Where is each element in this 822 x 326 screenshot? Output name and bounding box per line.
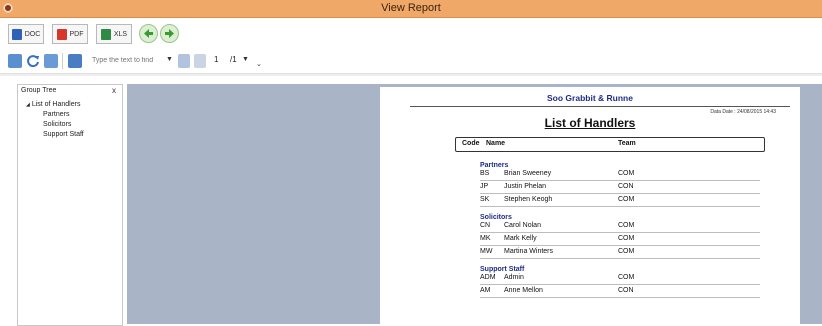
back-button[interactable]: [139, 24, 158, 43]
forward-button[interactable]: [160, 24, 179, 43]
total-pages: /1: [230, 55, 237, 64]
cell-code: BS: [480, 170, 490, 177]
export-toolbar: DOC PDF XLS: [0, 18, 822, 48]
row-divider: [480, 206, 760, 207]
cell-team: COM: [618, 170, 635, 177]
next-page-icon[interactable]: [194, 54, 206, 68]
table-row: ADM Admin COM: [480, 273, 760, 284]
cell-team: COM: [618, 248, 635, 255]
export-xls-button[interactable]: XLS: [96, 24, 132, 44]
row-divider: [480, 284, 760, 285]
export-doc-button[interactable]: DOC: [8, 24, 44, 44]
find-dropdown-icon[interactable]: ▼: [166, 56, 173, 63]
cell-code: JP: [480, 183, 489, 190]
cell-name: Stephen Keogh: [504, 196, 553, 203]
export-pdf-label: PDF: [69, 30, 84, 38]
tree-node-support-staff[interactable]: Support Staff: [43, 131, 84, 138]
page-dropdown-icon[interactable]: ▼: [242, 56, 249, 63]
tree-node-partners[interactable]: Partners: [43, 111, 69, 118]
export-xls-label: XLS: [113, 30, 128, 38]
report-title: List of Handlers: [544, 116, 636, 130]
table-row: MK Mark Kelly COM: [480, 234, 760, 245]
header-rule: [410, 106, 790, 107]
cell-code: ADM: [480, 274, 496, 281]
word-icon: [11, 28, 22, 40]
viewer-toolbar: ▼ 1 /1 ▼ ⌄: [0, 49, 822, 74]
title-bar: View Report: [0, 0, 822, 18]
cell-name: Carol Nolan: [504, 222, 541, 229]
cell-name: Anne Mellon: [504, 287, 543, 294]
close-icon[interactable]: x: [112, 86, 116, 95]
group-header-support-staff: Support Staff: [480, 266, 525, 273]
row-divider: [480, 180, 760, 181]
cell-code: AM: [480, 287, 491, 294]
cell-name: Martina Winters: [504, 248, 554, 255]
cell-team: COM: [618, 274, 635, 281]
toolbar-separator: [0, 74, 822, 76]
cell-code: MW: [480, 248, 493, 255]
table-row: BS Brian Sweeney COM: [480, 169, 760, 180]
find-text-input[interactable]: [92, 54, 162, 67]
cell-team: COM: [618, 235, 635, 242]
report-page: Soo Grabbit & Runne Data Date : 24/08/20…: [380, 87, 800, 324]
page-setup-icon[interactable]: [44, 54, 58, 68]
back-arrow-icon: [144, 29, 153, 38]
toolbar-divider: [62, 53, 63, 69]
cell-code: MK: [480, 235, 491, 242]
tree-node-root-label: List of Handlers: [31, 101, 81, 108]
col-name: Name: [486, 140, 506, 147]
cell-team: CON: [618, 287, 634, 294]
window-title: View Report: [381, 2, 441, 14]
col-team: Team: [618, 140, 636, 147]
table-row: CN Carol Nolan COM: [480, 221, 760, 232]
table-row: JP Justin Phelan CON: [480, 182, 760, 193]
overflow-icon[interactable]: ⌄: [256, 60, 262, 68]
table-row: MW Martina Winters COM: [480, 247, 760, 258]
export-doc-label: DOC: [24, 30, 41, 38]
forward-arrow-icon: [165, 29, 174, 38]
group-tree-panel: Group Tree x ◢ List of Handlers Partners…: [17, 84, 123, 326]
pdf-icon: [56, 28, 67, 40]
row-divider: [480, 245, 760, 246]
group-header-partners: Partners: [480, 162, 509, 169]
table-row: SK Stephen Keogh COM: [480, 195, 760, 206]
cell-name: Mark Kelly: [504, 235, 537, 242]
cell-name: Justin Phelan: [504, 183, 547, 190]
expand-arrow-icon[interactable]: ◢: [26, 102, 30, 108]
tree-node-root[interactable]: ◢ List of Handlers: [26, 101, 80, 108]
group-tree-toggle-icon[interactable]: [68, 54, 82, 68]
cell-name: Admin: [504, 274, 524, 281]
cell-code: CN: [480, 222, 491, 229]
row-divider: [480, 258, 760, 259]
cell-code: SK: [480, 196, 490, 203]
current-page[interactable]: 1: [214, 55, 218, 64]
excel-icon: [100, 28, 111, 40]
group-tree-title: Group Tree: [21, 87, 57, 94]
data-date: Data Date : 24/08/2015 14:43: [710, 109, 776, 115]
refresh-icon[interactable]: [26, 54, 40, 68]
group-header-solicitors: Solicitors: [480, 214, 512, 221]
cell-name: Brian Sweeney: [504, 170, 552, 177]
export-pdf-button[interactable]: PDF: [52, 24, 88, 44]
column-header: Code Name Team: [455, 137, 765, 152]
cell-team: COM: [618, 196, 635, 203]
row-divider: [480, 232, 760, 233]
row-divider: [480, 193, 760, 194]
company-name: Soo Grabbit & Runne: [547, 93, 633, 103]
tree-node-solicitors[interactable]: Solicitors: [43, 121, 71, 128]
cell-team: COM: [618, 222, 635, 229]
table-row: AM Anne Mellon CON: [480, 286, 760, 297]
first-page-icon[interactable]: [178, 54, 190, 68]
col-code: Code: [462, 140, 480, 147]
row-divider: [480, 297, 760, 298]
cell-team: CON: [618, 183, 634, 190]
print-icon[interactable]: [8, 54, 22, 68]
